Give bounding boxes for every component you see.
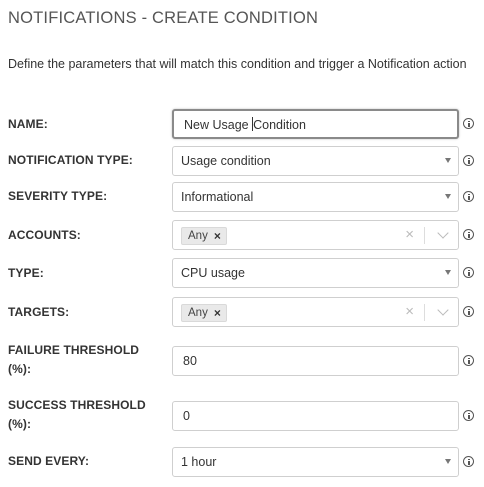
divider bbox=[424, 227, 425, 244]
failure-threshold-value: 80 bbox=[183, 354, 197, 368]
failure-threshold-input[interactable]: 80 bbox=[172, 346, 459, 376]
type-value: CPU usage bbox=[181, 266, 245, 280]
success-threshold-label-line2: (%): bbox=[8, 417, 32, 431]
caret-down-icon bbox=[445, 459, 451, 464]
severity-type-select[interactable]: Informational bbox=[172, 182, 459, 212]
notification-type-info-icon[interactable] bbox=[463, 155, 474, 166]
chevron-down-icon[interactable] bbox=[437, 304, 449, 316]
chip-remove-icon[interactable]: × bbox=[214, 307, 221, 319]
accounts-info-icon[interactable] bbox=[463, 229, 474, 240]
divider bbox=[424, 304, 425, 321]
name-input[interactable]: New Usage Condition bbox=[172, 109, 459, 139]
accounts-chip: Any × bbox=[181, 227, 227, 245]
targets-chip-label: Any bbox=[188, 307, 208, 319]
text-cursor bbox=[252, 117, 254, 131]
severity-type-label: SEVERITY TYPE: bbox=[8, 189, 108, 203]
accounts-multiselect[interactable]: Any × × bbox=[172, 220, 459, 250]
caret-down-icon bbox=[445, 270, 451, 275]
failure-threshold-info-icon[interactable] bbox=[463, 355, 474, 366]
page-title: NOTIFICATIONS - CREATE CONDITION bbox=[8, 9, 319, 27]
type-select[interactable]: CPU usage bbox=[172, 258, 459, 288]
caret-down-icon bbox=[445, 194, 451, 199]
clear-x-icon[interactable]: × bbox=[405, 227, 414, 242]
severity-type-value: Informational bbox=[181, 190, 254, 204]
notification-type-value: Usage condition bbox=[181, 154, 271, 168]
type-label: TYPE: bbox=[8, 266, 44, 280]
accounts-chip-label: Any bbox=[188, 230, 208, 242]
send-every-label: SEND EVERY: bbox=[8, 454, 90, 468]
send-every-info-icon[interactable] bbox=[463, 456, 474, 467]
page-description: Define the parameters that will match th… bbox=[8, 57, 467, 71]
name-input-value: New Usage Condition bbox=[184, 117, 306, 132]
failure-threshold-label: FAILURE THRESHOLD (%): bbox=[8, 341, 139, 379]
failure-threshold-label-line1: FAILURE THRESHOLD bbox=[8, 343, 140, 357]
severity-type-info-icon[interactable] bbox=[463, 191, 474, 202]
name-info-icon[interactable] bbox=[463, 118, 474, 129]
targets-multiselect[interactable]: Any × × bbox=[172, 297, 459, 327]
type-info-icon[interactable] bbox=[463, 267, 474, 278]
chip-remove-icon[interactable]: × bbox=[214, 230, 221, 242]
success-threshold-label-line1: SUCCESS THRESHOLD bbox=[8, 398, 146, 412]
targets-info-icon[interactable] bbox=[463, 306, 474, 317]
caret-down-icon bbox=[445, 158, 451, 163]
send-every-value: 1 hour bbox=[181, 455, 217, 469]
accounts-label: ACCOUNTS: bbox=[8, 228, 81, 242]
targets-chip: Any × bbox=[181, 304, 227, 322]
success-threshold-value: 0 bbox=[183, 409, 190, 423]
notification-type-select[interactable]: Usage condition bbox=[172, 146, 459, 176]
send-every-select[interactable]: 1 hour bbox=[172, 447, 459, 477]
success-threshold-input[interactable]: 0 bbox=[172, 401, 459, 431]
clear-x-icon[interactable]: × bbox=[405, 304, 414, 319]
failure-threshold-label-line2: (%): bbox=[8, 362, 32, 376]
targets-label: TARGETS: bbox=[8, 305, 70, 319]
name-label: NAME: bbox=[8, 117, 48, 131]
notification-type-label: NOTIFICATION TYPE: bbox=[8, 153, 133, 167]
chevron-down-icon[interactable] bbox=[437, 227, 449, 239]
success-threshold-info-icon[interactable] bbox=[463, 410, 474, 421]
success-threshold-label: SUCCESS THRESHOLD (%): bbox=[8, 396, 146, 434]
